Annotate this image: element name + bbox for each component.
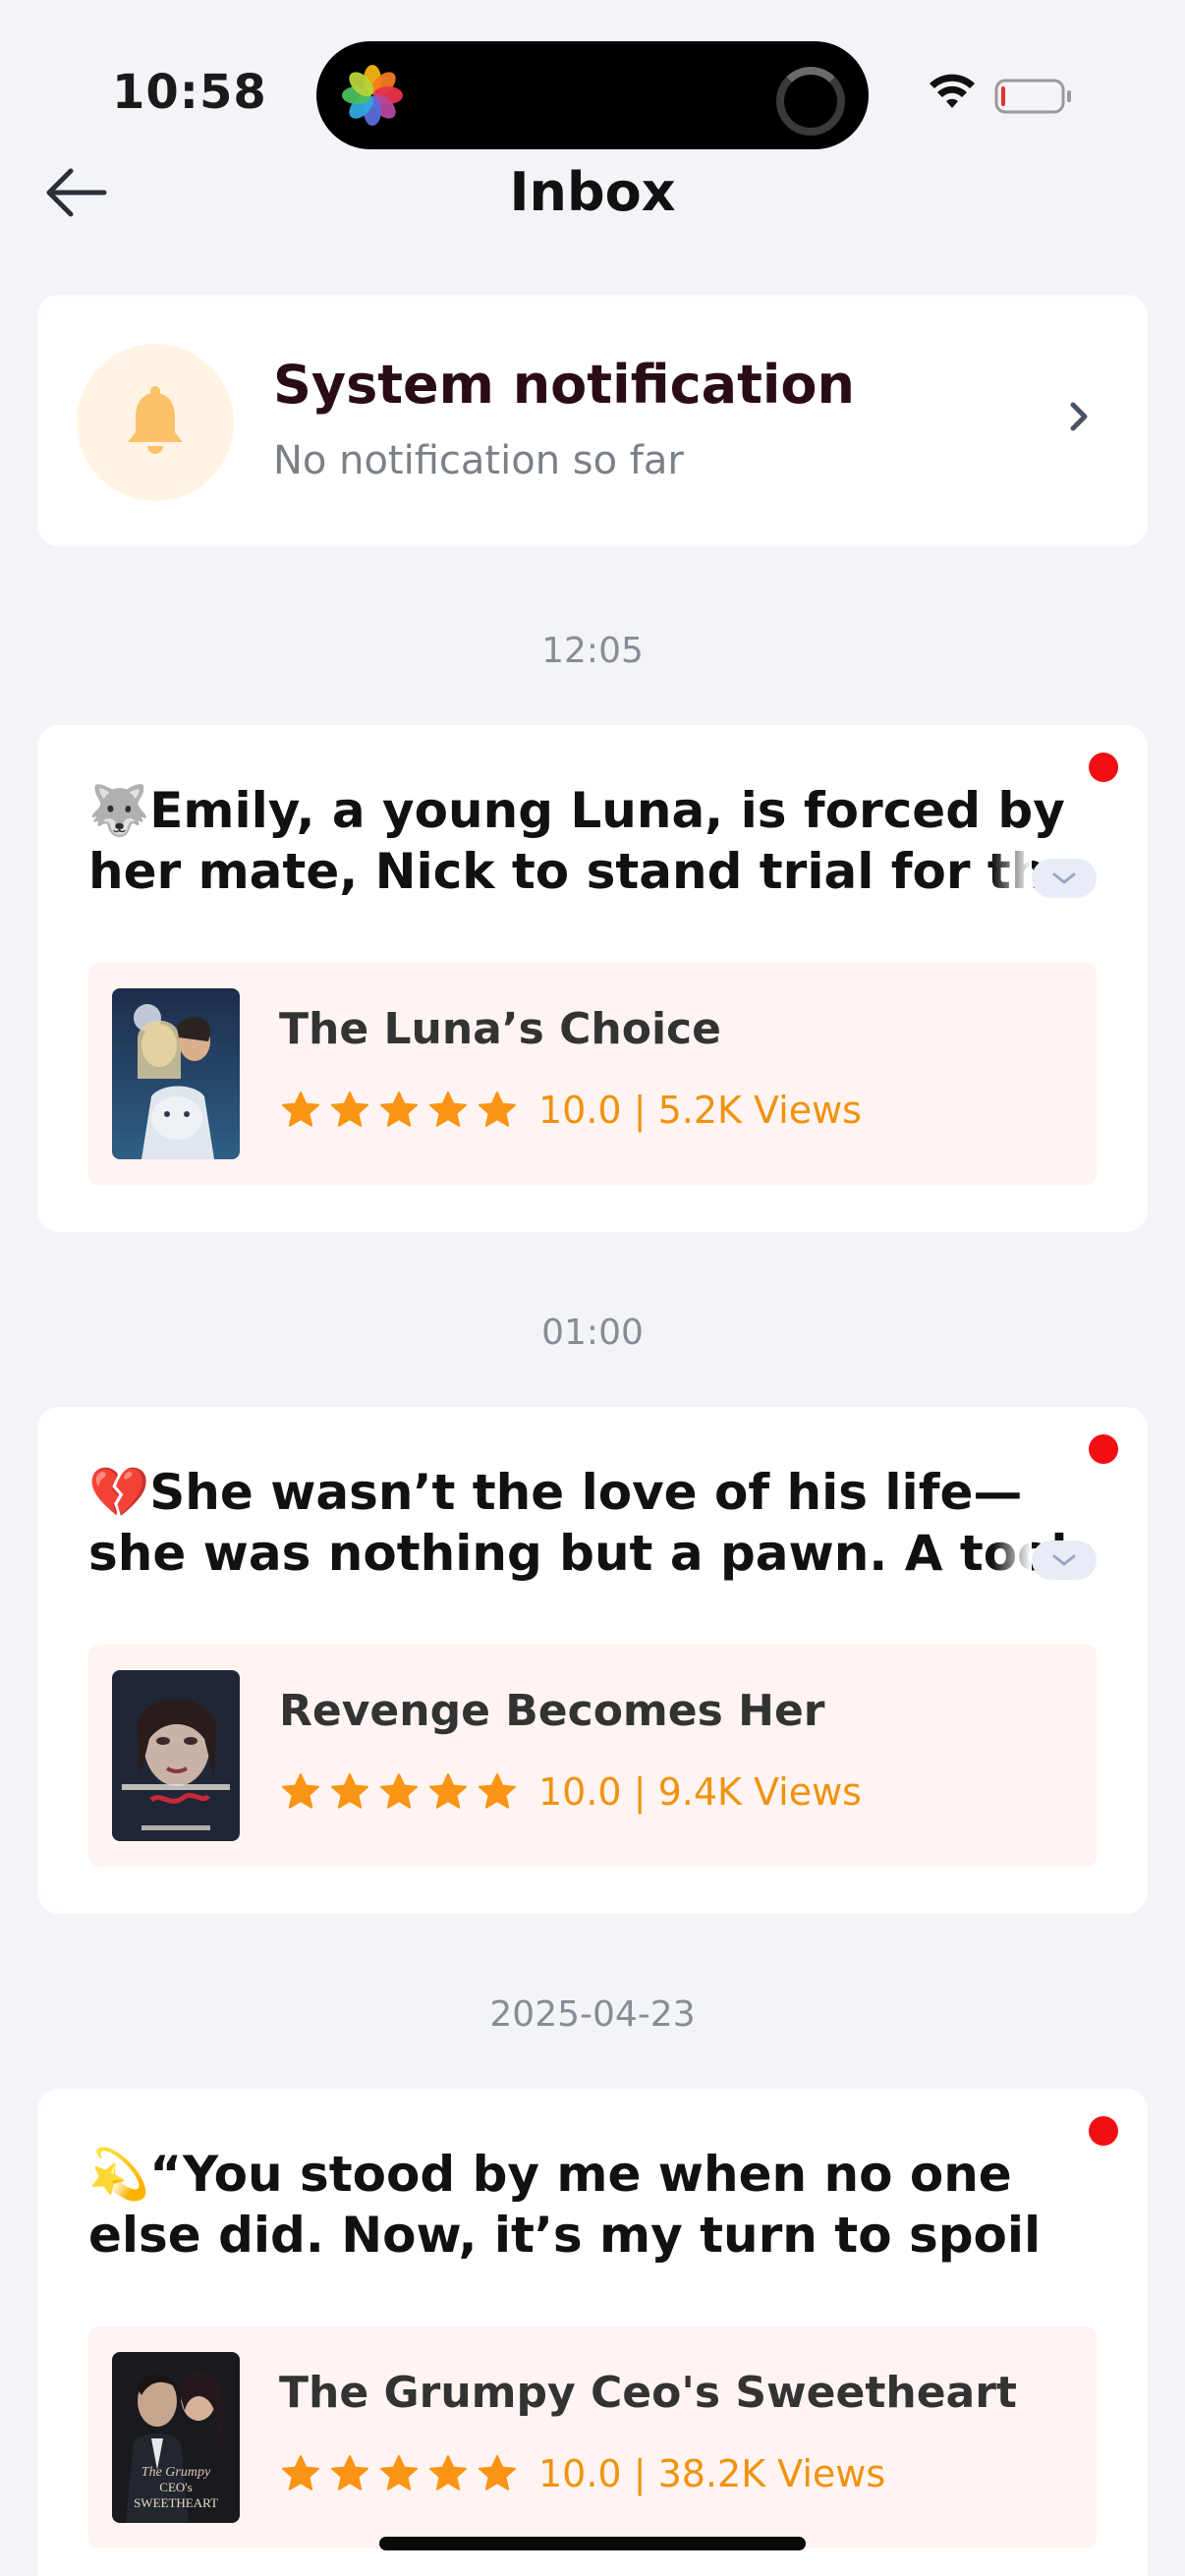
book-views: 38.2K Views — [657, 2452, 886, 2495]
rating-stars — [281, 1772, 517, 1812]
svg-text:CEO's: CEO's — [159, 2480, 192, 2494]
book-title: The Grumpy Ceo's Sweetheart — [279, 2368, 1017, 2418]
system-notification-subtitle: No notification so far — [273, 438, 684, 483]
book-stats: 10.0 | 5.2K Views — [538, 1089, 862, 1132]
home-indicator[interactable] — [379, 2537, 806, 2550]
book-cover-image — [112, 1670, 240, 1841]
book-views: 9.4K Views — [657, 1770, 862, 1814]
message-text: 💔She wasn’t the love of his life—she was… — [88, 1462, 1091, 1584]
expand-button[interactable] — [1032, 859, 1097, 898]
status-time: 10:58 — [112, 65, 267, 120]
star-icon — [380, 1773, 418, 1809]
star-icon — [282, 1092, 319, 1127]
stats-separator: | — [621, 1089, 658, 1132]
message-body: She wasn’t the love of his life—she was … — [88, 1464, 1068, 1582]
photos-app-icon — [342, 65, 403, 126]
star-icon — [429, 1092, 467, 1127]
unread-dot — [1089, 2116, 1118, 2146]
book-preview[interactable]: The Grumpy CEO's SWEETHEART The Grumpy C… — [88, 2326, 1097, 2548]
message-card[interactable]: 💫“You stood by me when no one else did. … — [37, 2089, 1148, 2576]
stats-separator: | — [621, 2452, 658, 2495]
star-icon — [331, 1092, 368, 1127]
book-title: Revenge Becomes Her — [279, 1686, 825, 1736]
message-body: Emily, a young Luna, is forced by her ma… — [88, 782, 1079, 900]
inbox-screen: 10:58 Inbox System notification No notif… — [0, 0, 1185, 2576]
message-text: 🐺Emily, a young Luna, is forced by her m… — [88, 780, 1091, 902]
message-text: 💫“You stood by me when no one else did. … — [88, 2144, 1091, 2266]
star-icon — [479, 2455, 516, 2491]
unread-dot — [1089, 753, 1118, 782]
rating-stars — [281, 1091, 517, 1130]
message-timestamp: 2025-04-23 — [489, 1994, 696, 2035]
book-title: The Luna’s Choice — [279, 1004, 721, 1054]
chevron-down-icon — [1052, 1554, 1076, 1566]
rating-stars — [281, 2454, 517, 2493]
svg-text:SWEETHEART: SWEETHEART — [134, 2495, 218, 2510]
chevron-right-icon — [1070, 402, 1088, 431]
book-rating: 10.0 — [538, 1089, 622, 1132]
book-cover-image: The Grumpy CEO's SWEETHEART — [112, 2352, 240, 2523]
message-body: “You stood by me when no one else did. N… — [88, 2146, 1042, 2264]
chevron-down-icon — [1052, 872, 1076, 884]
star-icon — [479, 1092, 516, 1127]
expand-button[interactable] — [1032, 1540, 1097, 1580]
text-fade — [992, 1529, 1032, 1588]
book-stats: 10.0 | 9.4K Views — [538, 1770, 862, 1814]
battery-icon — [994, 79, 1071, 114]
activity-ring-icon — [776, 67, 845, 136]
unread-dot — [1089, 1434, 1118, 1464]
text-fade — [992, 847, 1032, 906]
page-title: Inbox — [509, 161, 676, 223]
dynamic-island — [316, 41, 869, 149]
message-timestamp: 12:05 — [541, 631, 644, 671]
message-emoji: 💫 — [88, 2146, 150, 2203]
message-card[interactable]: 💔She wasn’t the love of his life—she was… — [37, 1407, 1148, 1914]
message-emoji: 💔 — [88, 1464, 150, 1521]
wifi-icon — [930, 74, 975, 108]
message-timestamp: 01:00 — [541, 1313, 644, 1353]
book-rating: 10.0 — [538, 1770, 622, 1814]
star-icon — [380, 1092, 418, 1127]
book-preview[interactable]: Revenge Becomes Her 10.0 | 9.4K Views — [88, 1645, 1097, 1867]
book-preview[interactable]: The Luna’s Choice 10.0 | 5.2K Views — [88, 963, 1097, 1185]
book-rating: 10.0 — [538, 2452, 622, 2495]
message-emoji: 🐺 — [88, 782, 150, 839]
star-icon — [429, 2455, 467, 2491]
bell-badge — [77, 344, 234, 501]
book-views: 5.2K Views — [657, 1089, 862, 1132]
svg-text:The Grumpy: The Grumpy — [141, 2465, 211, 2480]
star-icon — [331, 2455, 368, 2491]
message-card[interactable]: 🐺Emily, a young Luna, is forced by her m… — [37, 725, 1148, 1232]
star-icon — [282, 2455, 319, 2491]
star-icon — [479, 1773, 516, 1809]
stats-separator: | — [621, 1770, 658, 1814]
star-icon — [380, 2455, 418, 2491]
book-stats: 10.0 | 38.2K Views — [538, 2452, 885, 2495]
system-notification-title: System notification — [273, 354, 855, 416]
star-icon — [331, 1773, 368, 1809]
book-cover-image — [112, 988, 240, 1159]
star-icon — [282, 1773, 319, 1809]
bell-icon — [128, 386, 183, 454]
system-notification-card[interactable]: System notification No notification so f… — [37, 295, 1148, 546]
star-icon — [429, 1773, 467, 1809]
